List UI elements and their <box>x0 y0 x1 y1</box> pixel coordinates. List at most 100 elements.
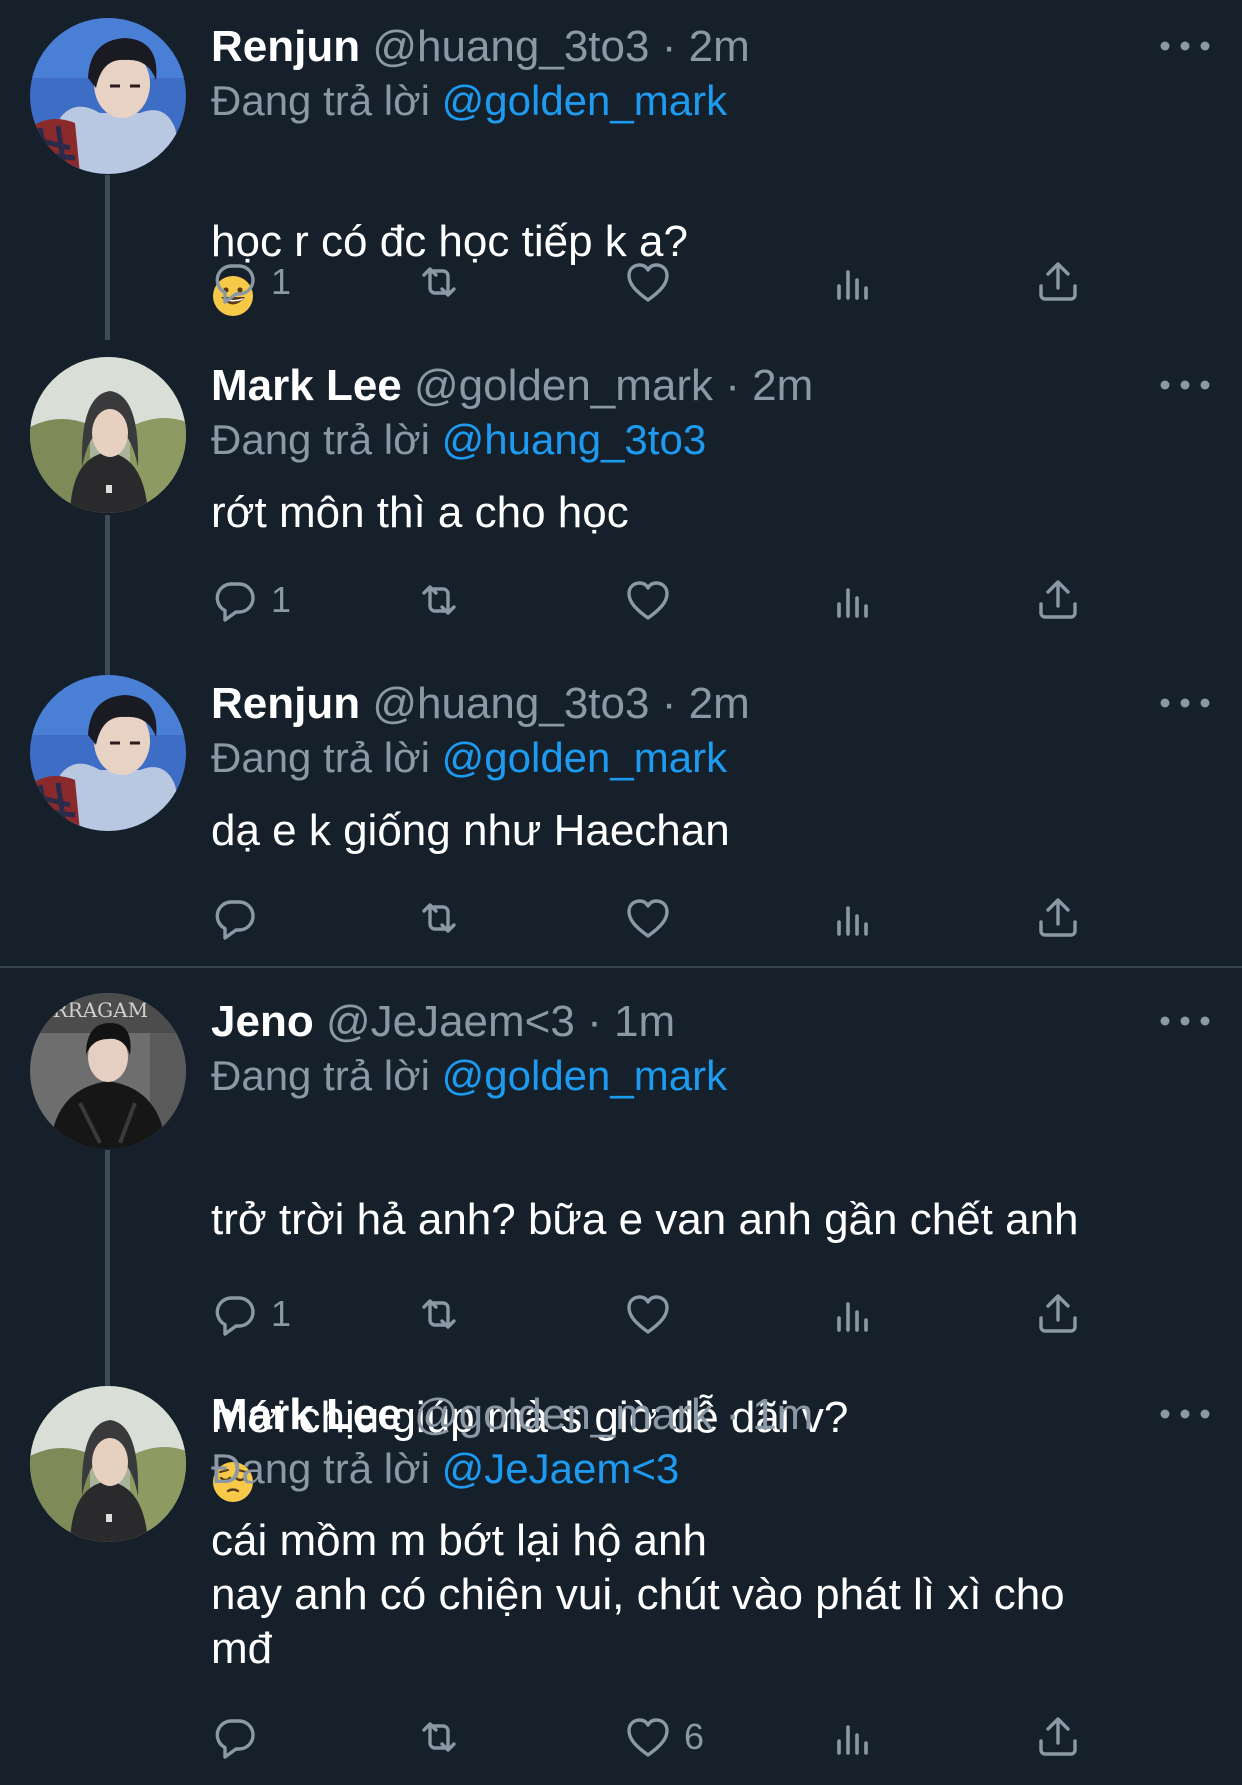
reply-icon <box>211 894 259 942</box>
user-handle[interactable]: @golden_mark <box>414 1390 713 1439</box>
timestamp[interactable]: 1m <box>614 997 675 1046</box>
user-handle[interactable]: @golden_mark <box>414 361 713 410</box>
reply-count: 1 <box>271 579 292 620</box>
like-button[interactable] <box>624 890 684 946</box>
views-button[interactable] <box>829 254 877 310</box>
reply-button[interactable]: 1 <box>211 254 291 310</box>
replying-to-handle-link[interactable]: @huang_3to3 <box>442 416 707 463</box>
avatar[interactable] <box>30 993 186 1149</box>
share-button[interactable] <box>1034 254 1082 310</box>
replying-to-handle-link[interactable]: @golden_mark <box>442 77 727 124</box>
timestamp[interactable]: 2m <box>689 679 750 728</box>
avatar[interactable] <box>30 1386 186 1542</box>
tweet-actions: 6 <box>211 1709 1211 1765</box>
replying-to-label: Đang trả lời <box>211 77 430 124</box>
retweet-icon <box>415 1713 463 1761</box>
tweet[interactable]: Mark Lee @golden_mark · 2m Đang trả lời … <box>0 339 1242 639</box>
views-button[interactable] <box>829 1286 877 1342</box>
avatar[interactable] <box>30 675 186 831</box>
views-button[interactable] <box>829 1709 877 1765</box>
tweet-header: Renjun @huang_3to3 · 2m <box>211 22 750 72</box>
heart-icon <box>624 1713 672 1761</box>
display-name[interactable]: Jeno <box>211 997 314 1046</box>
share-button[interactable] <box>1034 890 1082 946</box>
more-dots-icon[interactable] <box>1155 691 1215 715</box>
retweet-button[interactable] <box>415 1709 463 1765</box>
tweet-header: Mark Lee @golden_mark · 2m <box>211 361 813 411</box>
reply-button[interactable]: 1 <box>211 572 291 628</box>
replying-to-handle-link[interactable]: @JeJaem<3 <box>442 1445 680 1492</box>
more-dots-icon[interactable] <box>1155 34 1215 58</box>
display-name[interactable]: Mark Lee <box>211 1390 402 1439</box>
share-icon <box>1034 894 1082 942</box>
replying-to-label: Đang trả lời <box>211 416 430 463</box>
replying-to-label: Đang trả lời <box>211 1445 430 1492</box>
replying-to-handle-link[interactable]: @golden_mark <box>442 734 727 781</box>
user-handle[interactable]: @JeJaem<3 <box>326 997 575 1046</box>
tweet-header: Renjun @huang_3to3 · 2m <box>211 679 750 729</box>
reply-button[interactable] <box>211 890 271 946</box>
retweet-button[interactable] <box>415 1286 463 1342</box>
reply-icon <box>211 576 259 624</box>
retweet-icon <box>415 894 463 942</box>
timestamp[interactable]: 1m <box>752 1390 813 1439</box>
replying-to: Đang trả lời @JeJaem<3 <box>211 1444 679 1494</box>
display-name[interactable]: Renjun <box>211 679 360 728</box>
tweet-text-line: trở trời hả anh? bữa e van anh gần chết … <box>211 1195 1079 1244</box>
tweet-text: cái mồm m bớt lại hộ anh nay anh có chiệ… <box>211 1516 1065 1673</box>
tweet[interactable]: Jeno @JeJaem<3 · 1m Đang trả lời @golden… <box>0 975 1242 1365</box>
replying-to: Đang trả lời @golden_mark <box>211 733 727 783</box>
separator-dot: · <box>587 997 602 1046</box>
retweet-button[interactable] <box>415 572 463 628</box>
replying-to: Đang trả lời @golden_mark <box>211 1051 727 1101</box>
share-button[interactable] <box>1034 1286 1082 1342</box>
heart-icon <box>624 576 672 624</box>
tweet[interactable]: Renjun @huang_3to3 · 2m Đang trả lời @go… <box>0 657 1242 957</box>
separator-dot: · <box>725 361 740 410</box>
avatar[interactable] <box>30 357 186 513</box>
replying-to: Đang trả lời @huang_3to3 <box>211 415 706 465</box>
share-icon <box>1034 576 1082 624</box>
separator-dot: · <box>661 679 677 728</box>
timestamp[interactable]: 2m <box>689 22 750 71</box>
like-button[interactable] <box>624 254 684 310</box>
tweet-actions: 1 <box>211 254 1211 310</box>
retweet-button[interactable] <box>415 254 463 310</box>
more-dots-icon[interactable] <box>1155 1009 1215 1033</box>
reply-icon <box>211 258 259 306</box>
replying-to-label: Đang trả lời <box>211 734 430 781</box>
like-button[interactable]: 6 <box>624 1709 704 1765</box>
tweet-header: Jeno @JeJaem<3 · 1m <box>211 997 675 1047</box>
views-button[interactable] <box>829 890 877 946</box>
like-button[interactable] <box>624 572 684 628</box>
more-dots-icon[interactable] <box>1155 1402 1215 1426</box>
reply-icon <box>211 1290 259 1338</box>
user-handle[interactable]: @huang_3to3 <box>372 679 649 728</box>
replying-to: Đang trả lời @golden_mark <box>211 76 727 126</box>
heart-icon <box>624 1290 672 1338</box>
replying-to-handle-link[interactable]: @golden_mark <box>442 1052 727 1099</box>
reply-button[interactable]: 1 <box>211 1286 291 1342</box>
more-dots-icon[interactable] <box>1155 373 1215 397</box>
views-button[interactable] <box>829 572 877 628</box>
section-divider <box>0 966 1242 968</box>
retweet-button[interactable] <box>415 890 463 946</box>
reply-icon <box>211 1713 259 1761</box>
views-icon <box>829 894 877 942</box>
share-button[interactable] <box>1034 1709 1082 1765</box>
views-icon <box>829 258 877 306</box>
tweet-header: Mark Lee @golden_mark · 1m <box>211 1390 813 1440</box>
retweet-icon <box>415 576 463 624</box>
display-name[interactable]: Mark Lee <box>211 361 402 410</box>
avatar[interactable] <box>30 18 186 174</box>
like-button[interactable] <box>624 1286 684 1342</box>
reply-button[interactable] <box>211 1709 271 1765</box>
tweet[interactable]: Renjun @huang_3to3 · 2m Đang trả lời @go… <box>0 0 1242 330</box>
display-name[interactable]: Renjun <box>211 22 360 71</box>
timestamp[interactable]: 2m <box>752 361 813 410</box>
views-icon <box>829 576 877 624</box>
tweet[interactable]: Mark Lee @golden_mark · 1m Đang trả lời … <box>0 1368 1242 1785</box>
share-button[interactable] <box>1034 572 1082 628</box>
user-handle[interactable]: @huang_3to3 <box>372 22 649 71</box>
tweet-actions <box>211 890 1211 946</box>
